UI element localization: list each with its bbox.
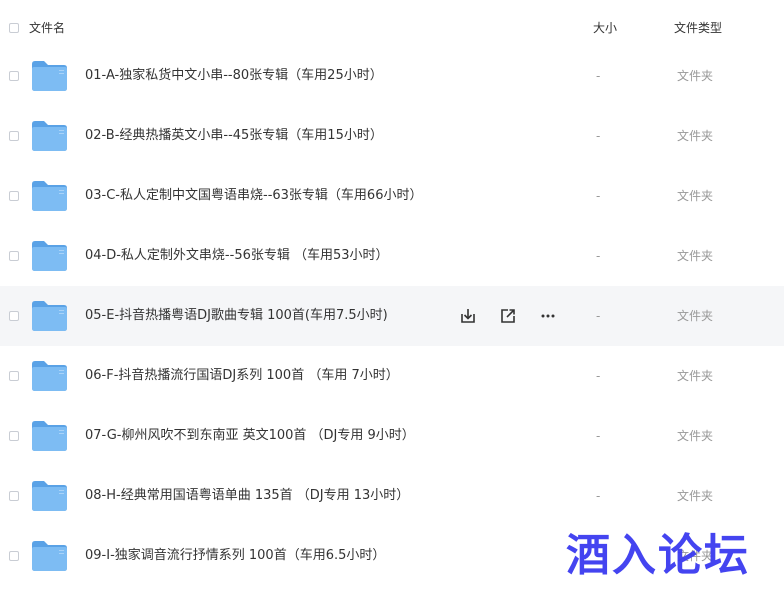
table-row[interactable]: 06-F-抖音热播流行国语DJ系列 100首 （车用 7小时） - 文件夹	[0, 346, 784, 406]
forum-watermark: 酒入论坛	[566, 530, 750, 581]
file-size: -	[596, 369, 601, 383]
row-checkbox[interactable]	[9, 191, 19, 201]
file-type: 文件夹	[677, 249, 714, 263]
file-name[interactable]: 07-G-柳州风吹不到东南亚 英文100首 （DJ专用 9小时）	[85, 427, 415, 445]
row-checkbox[interactable]	[9, 131, 19, 141]
row-checkbox[interactable]	[9, 491, 19, 501]
file-list: 01-A-独家私货中文小串--80张专辑（车用25小时） - 文件夹 02-B-…	[0, 46, 784, 586]
file-size: -	[596, 129, 601, 143]
file-size: -	[596, 429, 601, 443]
file-name[interactable]: 06-F-抖音热播流行国语DJ系列 100首 （车用 7小时）	[85, 367, 399, 385]
share-icon[interactable]	[496, 304, 520, 328]
file-name[interactable]: 02-B-经典热播英文小串--45张专辑（车用15小时）	[85, 127, 383, 145]
file-size: -	[596, 249, 601, 263]
folder-icon	[31, 300, 68, 332]
row-checkbox[interactable]	[9, 551, 19, 561]
file-size: -	[596, 489, 601, 503]
row-checkbox[interactable]	[9, 71, 19, 81]
download-icon[interactable]	[456, 304, 480, 328]
column-header-name[interactable]: 文件名	[29, 20, 65, 36]
folder-icon	[31, 240, 68, 272]
table-row[interactable]: 03-C-私人定制中文国粤语串烧--63张专辑（车用66小时） - 文件夹	[0, 166, 784, 226]
file-name[interactable]: 03-C-私人定制中文国粤语串烧--63张专辑（车用66小时）	[85, 187, 422, 205]
file-name[interactable]: 09-I-独家调音流行抒情系列 100首（车用6.5小时）	[85, 547, 385, 565]
file-type: 文件夹	[677, 309, 714, 323]
file-type: 文件夹	[677, 369, 714, 383]
file-name[interactable]: 04-D-私人定制外文串烧--56张专辑 （车用53小时）	[85, 247, 389, 265]
file-type: 文件夹	[677, 129, 714, 143]
column-header-size[interactable]: 大小	[593, 20, 617, 36]
file-type: 文件夹	[677, 489, 714, 503]
file-type: 文件夹	[677, 429, 714, 443]
file-name[interactable]: 01-A-独家私货中文小串--80张专辑（车用25小时）	[85, 67, 383, 85]
folder-icon	[31, 360, 68, 392]
file-size: -	[596, 69, 601, 83]
file-name[interactable]: 08-H-经典常用国语粤语单曲 135首 （DJ专用 13小时）	[85, 487, 409, 505]
table-row[interactable]: 08-H-经典常用国语粤语单曲 135首 （DJ专用 13小时） - 文件夹	[0, 466, 784, 526]
table-row[interactable]: 07-G-柳州风吹不到东南亚 英文100首 （DJ专用 9小时） - 文件夹	[0, 406, 784, 466]
file-name[interactable]: 05-E-抖音热播粤语DJ歌曲专辑 100首(车用7.5小时)	[85, 307, 388, 325]
file-type: 文件夹	[677, 69, 714, 83]
folder-icon	[31, 420, 68, 452]
folder-icon	[31, 540, 68, 572]
more-icon[interactable]	[536, 304, 560, 328]
table-row[interactable]: 01-A-独家私货中文小串--80张专辑（车用25小时） - 文件夹	[0, 46, 784, 106]
file-size: -	[596, 189, 601, 203]
table-row[interactable]: 02-B-经典热播英文小串--45张专辑（车用15小时） - 文件夹	[0, 106, 784, 166]
table-row[interactable]: 04-D-私人定制外文串烧--56张专辑 （车用53小时） - 文件夹	[0, 226, 784, 286]
folder-icon	[31, 60, 68, 92]
column-header-type[interactable]: 文件类型	[674, 20, 722, 36]
row-checkbox[interactable]	[9, 371, 19, 381]
folder-icon	[31, 480, 68, 512]
folder-icon	[31, 180, 68, 212]
table-row[interactable]: 05-E-抖音热播粤语DJ歌曲专辑 100首(车用7.5小时) - 文件夹	[0, 286, 784, 346]
row-checkbox[interactable]	[9, 311, 19, 321]
folder-icon	[31, 120, 68, 152]
file-size: -	[596, 309, 601, 323]
row-checkbox[interactable]	[9, 251, 19, 261]
row-checkbox[interactable]	[9, 431, 19, 441]
file-type: 文件夹	[677, 189, 714, 203]
select-all-checkbox[interactable]	[9, 23, 19, 33]
